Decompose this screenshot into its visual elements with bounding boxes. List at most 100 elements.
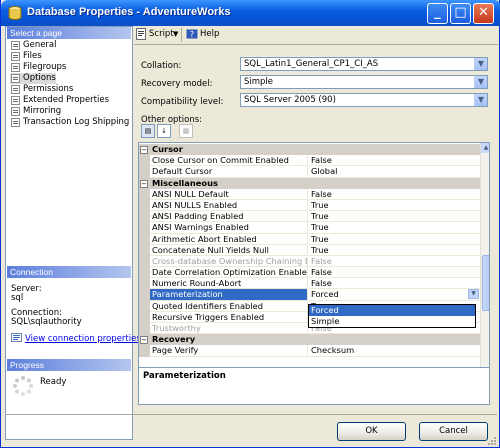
property-name: Trustworthy — [150, 323, 308, 335]
row-gutter — [139, 199, 150, 212]
category-row[interactable]: − Recovery — [139, 334, 480, 346]
property-row[interactable]: Concatenate Null Yields Null True — [139, 244, 480, 256]
page-item-transaction-log-shipping[interactable]: Transaction Log Shipping — [10, 117, 129, 128]
chevron-down-icon[interactable]: ▼ — [474, 58, 487, 70]
property-value-text: True — [311, 233, 329, 244]
collapse-icon[interactable]: − — [140, 146, 148, 154]
property-value[interactable]: False — [309, 278, 480, 290]
property-row[interactable]: Cross-database Ownership Chaining Enable… — [139, 255, 480, 268]
page-item-label: Mirroring — [23, 106, 62, 116]
left-panel: Select a page General Files Filegroups Opti… — [5, 26, 141, 440]
alphabetical-view-button[interactable]: ↓ — [157, 124, 171, 138]
select-page-header: Select a page — [7, 27, 131, 39]
property-row[interactable]: ANSI NULLS Enabled True — [139, 199, 480, 212]
categorized-icon: ▤ — [144, 127, 152, 135]
properties-window: Database Properties - AdventureWorks _ □… — [0, 0, 500, 448]
resize-grip-icon[interactable] — [487, 436, 497, 446]
property-row[interactable]: Page Verify Checksum — [139, 345, 480, 357]
property-row[interactable]: ANSI NULL Default False — [139, 188, 480, 200]
property-value[interactable]: False — [309, 155, 480, 167]
scroll-up-icon[interactable]: ▲ — [481, 143, 489, 153]
page-item-label: Transaction Log Shipping — [23, 117, 130, 127]
property-value[interactable]: False — [309, 267, 480, 279]
row-gutter — [139, 166, 150, 178]
recovery-model-value: Simple — [244, 77, 274, 87]
cancel-button[interactable]: Cancel — [419, 422, 488, 441]
property-value[interactable]: False — [309, 189, 480, 200]
property-row[interactable]: Close Cursor on Commit Enabled False — [139, 155, 480, 167]
chevron-down-icon[interactable]: ▼ — [468, 289, 479, 300]
property-pages-button[interactable]: ▦ — [179, 124, 193, 138]
property-value[interactable]: True — [309, 211, 480, 223]
page-item-general[interactable]: General — [10, 40, 57, 51]
property-row[interactable]: ANSI Padding Enabled True — [139, 211, 480, 223]
collapse-icon[interactable]: − — [140, 336, 148, 345]
script-dropdown-arrow-icon[interactable]: ▼ — [173, 30, 178, 38]
categorized-view-button[interactable]: ▤ — [141, 124, 155, 138]
property-value-text: False — [311, 188, 332, 199]
close-button[interactable]: ✕ — [473, 3, 494, 24]
property-value[interactable]: False — [309, 256, 480, 268]
grid-vertical-scrollbar[interactable]: ▲ ▼ — [480, 143, 489, 391]
page-item-files[interactable]: Files — [10, 51, 42, 62]
property-name: Cross-database Ownership Chaining Enable… — [150, 255, 308, 268]
property-value[interactable]: Checksum — [309, 345, 480, 357]
property-name: Quoted Identifiers Enabled — [150, 300, 308, 312]
page-icon — [11, 52, 20, 61]
page-item-mirroring[interactable]: Mirroring — [10, 106, 61, 117]
property-name: ANSI Warnings Enabled — [150, 222, 308, 234]
chevron-down-icon[interactable]: ▼ — [474, 76, 487, 88]
row-gutter: − — [139, 177, 150, 189]
compatibility-level-combo[interactable]: SQL Server 2005 (90) ▼ — [240, 93, 488, 107]
property-row[interactable]: Default Cursor Global — [139, 166, 480, 178]
maximize-button[interactable]: □ — [450, 3, 471, 24]
maximize-icon: □ — [454, 5, 467, 20]
property-value[interactable]: True — [309, 245, 480, 256]
category-row[interactable]: − Cursor — [139, 144, 480, 156]
page-item-filegroups[interactable]: Filegroups — [10, 62, 66, 73]
title-bar[interactable]: Database Properties - AdventureWorks _ □… — [1, 0, 500, 26]
property-row[interactable]: Parameterization Forced ▼ — [139, 289, 480, 301]
dropdown-option-simple[interactable]: Simple — [309, 316, 475, 327]
property-name: Numeric Round-Abort — [150, 278, 308, 290]
recovery-model-combo[interactable]: Simple ▼ — [240, 75, 488, 89]
property-value-text: False — [311, 155, 332, 166]
script-button[interactable]: Script — [149, 29, 174, 39]
row-gutter — [139, 267, 150, 279]
minimize-button[interactable]: _ — [427, 3, 448, 24]
row-gutter — [139, 188, 150, 200]
chevron-down-icon[interactable]: ▼ — [474, 94, 487, 106]
property-value-text: True — [311, 211, 329, 222]
page-icon — [11, 85, 20, 94]
toolbar-separator — [134, 44, 498, 45]
page-item-options[interactable]: Options — [10, 73, 56, 84]
page-item-label: General — [23, 40, 57, 50]
toolbar: Script ▼ ? Help — [133, 26, 497, 46]
script-label: Script — [149, 29, 174, 39]
row-gutter — [139, 222, 150, 234]
ok-button[interactable]: OK — [337, 422, 406, 441]
collapse-icon[interactable]: − — [140, 179, 148, 188]
collation-combo[interactable]: SQL_Latin1_General_CP1_CI_AS ▼ — [240, 57, 488, 71]
help-button[interactable]: Help — [200, 29, 219, 39]
property-name: ANSI Padding Enabled — [150, 211, 308, 223]
page-item-permissions[interactable]: Permissions — [10, 84, 73, 95]
property-value[interactable]: Forced ▼ — [309, 289, 480, 301]
row-gutter — [139, 255, 150, 268]
scroll-thumb[interactable] — [482, 255, 489, 311]
database-icon — [8, 6, 22, 21]
property-value[interactable]: True — [309, 234, 480, 245]
view-connection-properties-link[interactable]: View connection properties — [25, 334, 141, 344]
page-item-extended-properties[interactable]: Extended Properties — [10, 95, 109, 106]
category-row[interactable]: − Miscellaneous — [139, 177, 480, 189]
property-row[interactable]: Numeric Round-Abort False — [139, 278, 480, 290]
property-value[interactable]: True — [309, 200, 480, 212]
page-icon — [11, 96, 20, 105]
property-row[interactable]: Arithmetic Abort Enabled True — [139, 233, 480, 245]
property-row[interactable]: Date Correlation Optimization Enabled Fal… — [139, 267, 480, 279]
dropdown-option-forced[interactable]: Forced — [309, 305, 475, 316]
row-gutter — [139, 278, 150, 290]
property-value[interactable]: Global — [309, 166, 480, 178]
property-row[interactable]: ANSI Warnings Enabled True — [139, 222, 480, 234]
property-value[interactable]: True — [309, 222, 480, 234]
